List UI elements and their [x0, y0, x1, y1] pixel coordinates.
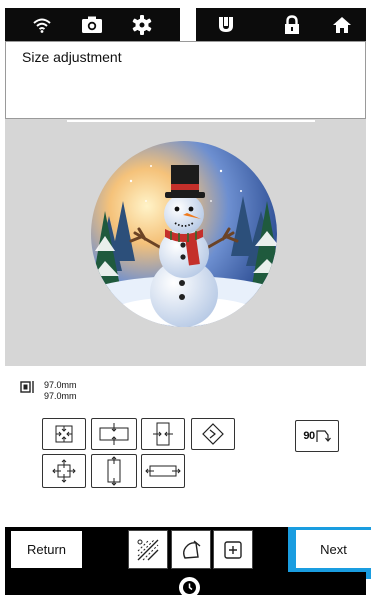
- title-panel: Size adjustment: [5, 41, 366, 119]
- gear-icon[interactable]: [122, 8, 162, 41]
- enlarge-proportional-button[interactable]: [42, 454, 86, 488]
- clock-icon[interactable]: [179, 577, 200, 595]
- camera-icon[interactable]: [72, 8, 112, 41]
- rotate-90-button[interactable]: 90: [295, 420, 339, 452]
- pattern-edit-icon: [137, 539, 159, 560]
- enlarge-height-button[interactable]: [91, 454, 137, 488]
- next-button[interactable]: Next: [296, 530, 371, 568]
- enlarge-width-button[interactable]: [141, 454, 185, 488]
- thread-trim-button[interactable]: [128, 530, 168, 569]
- shrink-horizontal-icon: [153, 422, 173, 446]
- density-button[interactable]: [191, 418, 235, 450]
- embroidery-foot-icon[interactable]: [206, 8, 246, 41]
- preview-divider: [67, 120, 315, 122]
- return-button[interactable]: Return: [11, 531, 82, 568]
- size-frame-icon: [20, 381, 34, 393]
- outline-button[interactable]: [171, 530, 211, 569]
- snowman-artwork: [91, 141, 277, 327]
- shrink-icon: [55, 425, 73, 443]
- lock-icon[interactable]: [272, 8, 312, 41]
- add-frame-icon: [224, 540, 242, 559]
- status-bar-left: [5, 8, 180, 41]
- status-bar: [5, 8, 366, 41]
- density-icon: [202, 423, 224, 445]
- reduce-height-button[interactable]: [91, 418, 137, 450]
- enlarge-icon: [52, 459, 76, 483]
- shrink-vertical-icon: [99, 423, 129, 445]
- width-value: 97.0mm: [44, 380, 77, 390]
- rotate-icon: [316, 430, 331, 442]
- stretch-vertical-icon: [107, 456, 121, 486]
- frame-button[interactable]: [213, 530, 253, 569]
- reduce-width-button[interactable]: [141, 418, 185, 450]
- rotate-90-label: 90: [303, 430, 315, 442]
- home-icon[interactable]: [322, 8, 362, 41]
- wifi-icon[interactable]: [22, 8, 62, 41]
- outline-icon: [183, 539, 201, 559]
- status-bar-right: [196, 8, 366, 41]
- page-title: Size adjustment: [22, 49, 122, 65]
- height-value: 97.0mm: [44, 391, 77, 401]
- preview-area: [5, 119, 366, 366]
- stretch-horizontal-icon: [145, 465, 181, 477]
- reduce-proportional-button[interactable]: [42, 418, 86, 450]
